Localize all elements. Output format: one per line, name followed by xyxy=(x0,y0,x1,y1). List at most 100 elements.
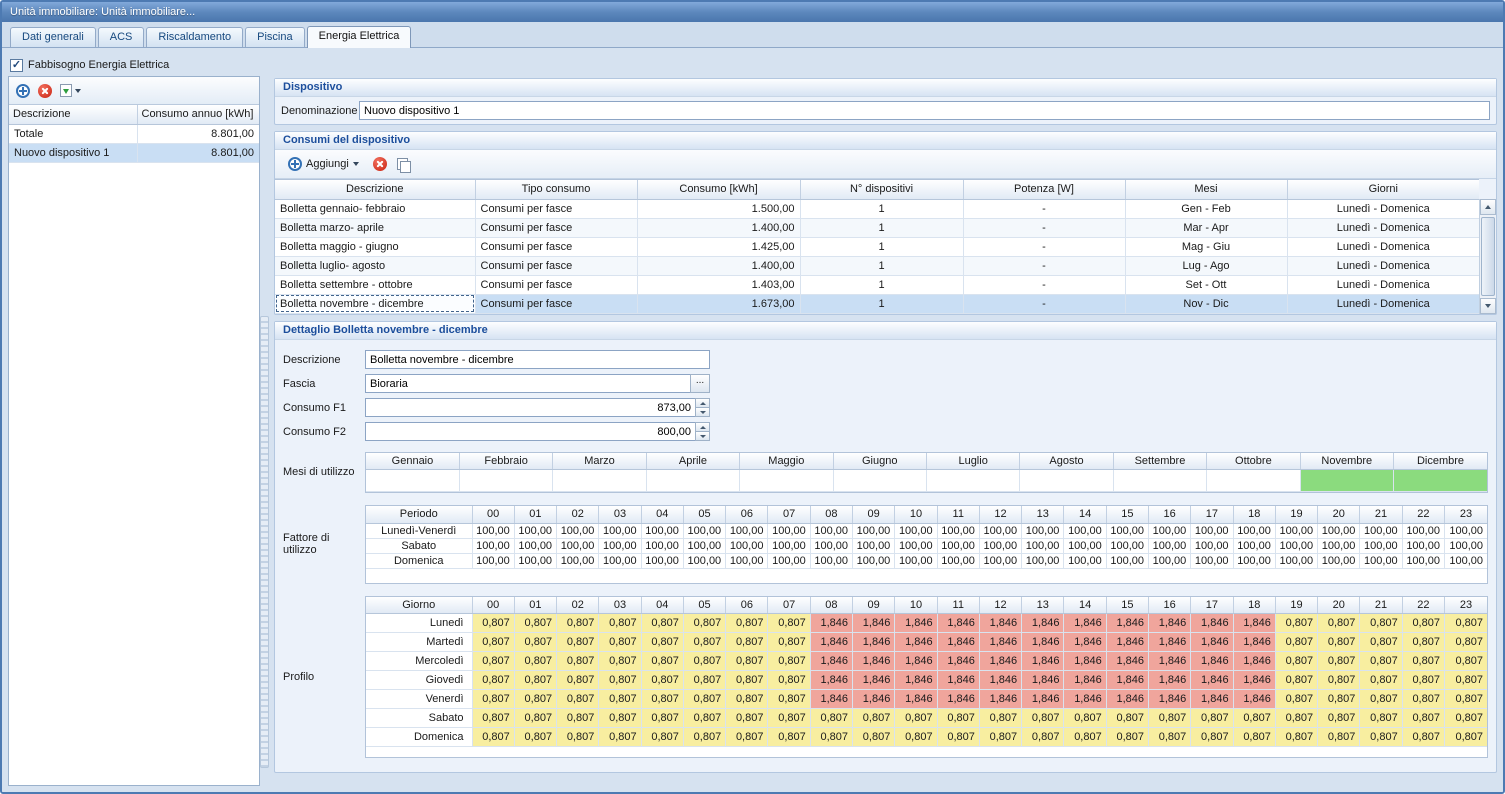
profilo-cell[interactable]: 1,846 xyxy=(895,633,937,652)
fattore-cell[interactable]: 100,00 xyxy=(768,553,810,568)
profilo-cell[interactable]: 0,807 xyxy=(853,709,895,728)
tab-riscaldamento[interactable]: Riscaldamento xyxy=(146,27,243,47)
fattore-cell[interactable]: 100,00 xyxy=(1402,523,1444,538)
profilo-cell[interactable]: 0,807 xyxy=(1233,728,1275,747)
device-descrizione-cell[interactable]: Nuovo dispositivo 1 xyxy=(9,143,137,162)
copy-consumo-button[interactable] xyxy=(397,158,410,171)
profilo-cell[interactable]: 0,807 xyxy=(599,652,641,671)
scroll-up-button[interactable] xyxy=(1480,199,1496,215)
profilo-cell[interactable]: 1,846 xyxy=(979,671,1021,690)
profilo-cell[interactable]: 0,807 xyxy=(1233,709,1275,728)
profilo-cell[interactable]: 0,807 xyxy=(472,671,514,690)
consumo-cell[interactable]: Mag - Giu xyxy=(1125,237,1287,256)
profilo-cell[interactable]: 0,807 xyxy=(1318,690,1360,709)
profilo-cell[interactable]: 1,846 xyxy=(1064,671,1106,690)
profilo-cell[interactable]: 0,807 xyxy=(514,652,556,671)
fattore-cell[interactable]: 100,00 xyxy=(853,553,895,568)
profilo-cell[interactable]: 0,807 xyxy=(1275,709,1317,728)
profilo-cell[interactable]: 0,807 xyxy=(514,728,556,747)
profilo-cell[interactable]: 0,807 xyxy=(1318,614,1360,633)
fattore-cell[interactable]: 100,00 xyxy=(599,523,641,538)
consumo-row[interactable]: Bolletta luglio- agostoConsumi per fasce… xyxy=(275,256,1479,275)
fattore-cell[interactable]: 100,00 xyxy=(472,523,514,538)
profilo-cell[interactable]: 0,807 xyxy=(557,652,599,671)
profilo-cell[interactable]: 0,807 xyxy=(1275,690,1317,709)
fascia-input[interactable] xyxy=(365,374,691,393)
fattore-cell[interactable]: 100,00 xyxy=(895,553,937,568)
fattore-cell[interactable]: 100,00 xyxy=(1106,538,1148,553)
consumo-cell[interactable]: - xyxy=(963,218,1125,237)
profilo-cell[interactable]: 0,807 xyxy=(768,671,810,690)
profilo-cell[interactable]: 0,807 xyxy=(557,709,599,728)
col-tipo-consumo[interactable]: Tipo consumo xyxy=(475,180,637,199)
consumo-cell[interactable]: - xyxy=(963,199,1125,218)
profilo-cell[interactable]: 0,807 xyxy=(514,671,556,690)
profilo-cell[interactable]: 0,807 xyxy=(1149,728,1191,747)
month-cell[interactable] xyxy=(1020,470,1113,492)
profilo-cell[interactable]: 1,846 xyxy=(1149,633,1191,652)
profilo-cell[interactable]: 0,807 xyxy=(1444,652,1487,671)
profilo-cell[interactable]: 1,846 xyxy=(810,652,852,671)
consumo-cell[interactable]: 1.400,00 xyxy=(637,218,800,237)
profilo-cell[interactable]: 0,807 xyxy=(1318,728,1360,747)
add-device-button[interactable] xyxy=(16,84,30,98)
profilo-cell[interactable]: 0,807 xyxy=(683,709,725,728)
profilo-cell[interactable]: 0,807 xyxy=(1318,652,1360,671)
fattore-cell[interactable]: 100,00 xyxy=(810,553,852,568)
fattore-cell[interactable]: 100,00 xyxy=(1318,553,1360,568)
fattore-cell[interactable]: 100,00 xyxy=(641,553,683,568)
profilo-cell[interactable]: 1,846 xyxy=(1191,652,1233,671)
device-consumo-cell[interactable]: 8.801,00 xyxy=(137,143,259,162)
profilo-cell[interactable]: 1,846 xyxy=(1233,652,1275,671)
fattore-cell[interactable]: 100,00 xyxy=(853,538,895,553)
profilo-cell[interactable]: 0,807 xyxy=(1360,728,1402,747)
fattore-cell[interactable]: 100,00 xyxy=(1275,523,1317,538)
profilo-cell[interactable]: 1,846 xyxy=(1022,652,1064,671)
profilo-cell[interactable]: 0,807 xyxy=(472,709,514,728)
profilo-cell[interactable]: 1,846 xyxy=(1191,671,1233,690)
tab-dati-generali[interactable]: Dati generali xyxy=(10,27,96,47)
profilo-cell[interactable]: 0,807 xyxy=(1022,709,1064,728)
fattore-cell[interactable]: 100,00 xyxy=(1318,538,1360,553)
month-cell[interactable] xyxy=(459,470,552,492)
consumo-cell[interactable]: - xyxy=(963,294,1125,313)
profilo-cell[interactable]: 1,846 xyxy=(810,633,852,652)
profilo-cell[interactable]: 0,807 xyxy=(895,728,937,747)
consumo-cell[interactable]: Lug - Ago xyxy=(1125,256,1287,275)
delete-device-button[interactable] xyxy=(38,84,52,98)
fattore-cell[interactable]: 100,00 xyxy=(514,523,556,538)
profilo-cell[interactable]: 1,846 xyxy=(1022,633,1064,652)
profilo-cell[interactable]: 0,807 xyxy=(599,671,641,690)
profilo-cell[interactable]: 0,807 xyxy=(1402,614,1444,633)
profilo-cell[interactable]: 0,807 xyxy=(557,671,599,690)
device-descrizione-cell[interactable]: Totale xyxy=(9,124,137,143)
denominazione-input[interactable] xyxy=(359,101,1490,120)
consumo-cell[interactable]: 1.500,00 xyxy=(637,199,800,218)
fattore-cell[interactable]: 100,00 xyxy=(1360,523,1402,538)
profilo-cell[interactable]: 0,807 xyxy=(1444,614,1487,633)
consumo-cell[interactable]: Consumi per fasce xyxy=(475,237,637,256)
fattore-cell[interactable]: 100,00 xyxy=(1275,553,1317,568)
fabbisogno-checkbox[interactable]: ✓ xyxy=(10,59,23,72)
profilo-cell[interactable]: 0,807 xyxy=(895,709,937,728)
month-cell[interactable] xyxy=(1113,470,1206,492)
profilo-cell[interactable]: 1,846 xyxy=(1233,671,1275,690)
profilo-cell[interactable]: 0,807 xyxy=(641,652,683,671)
profilo-cell[interactable]: 0,807 xyxy=(557,633,599,652)
profilo-cell[interactable]: 0,807 xyxy=(1064,709,1106,728)
profilo-cell[interactable]: 0,807 xyxy=(472,614,514,633)
consumo-cell[interactable]: Lunedì - Domenica xyxy=(1287,294,1479,313)
fattore-cell[interactable]: 100,00 xyxy=(1149,538,1191,553)
fattore-cell[interactable]: 100,00 xyxy=(557,523,599,538)
profilo-cell[interactable]: 0,807 xyxy=(599,614,641,633)
consumo-cell[interactable]: 1.403,00 xyxy=(637,275,800,294)
profilo-cell[interactable]: 1,846 xyxy=(1064,614,1106,633)
fattore-cell[interactable]: 100,00 xyxy=(726,523,768,538)
aggiungi-button[interactable]: Aggiungi xyxy=(284,155,363,173)
fattore-cell[interactable]: 100,00 xyxy=(472,553,514,568)
fattore-cell[interactable]: 100,00 xyxy=(683,538,725,553)
fattore-cell[interactable]: 100,00 xyxy=(1106,553,1148,568)
profilo-cell[interactable]: 0,807 xyxy=(726,690,768,709)
month-cell[interactable] xyxy=(740,470,833,492)
consumo-cell[interactable]: - xyxy=(963,275,1125,294)
